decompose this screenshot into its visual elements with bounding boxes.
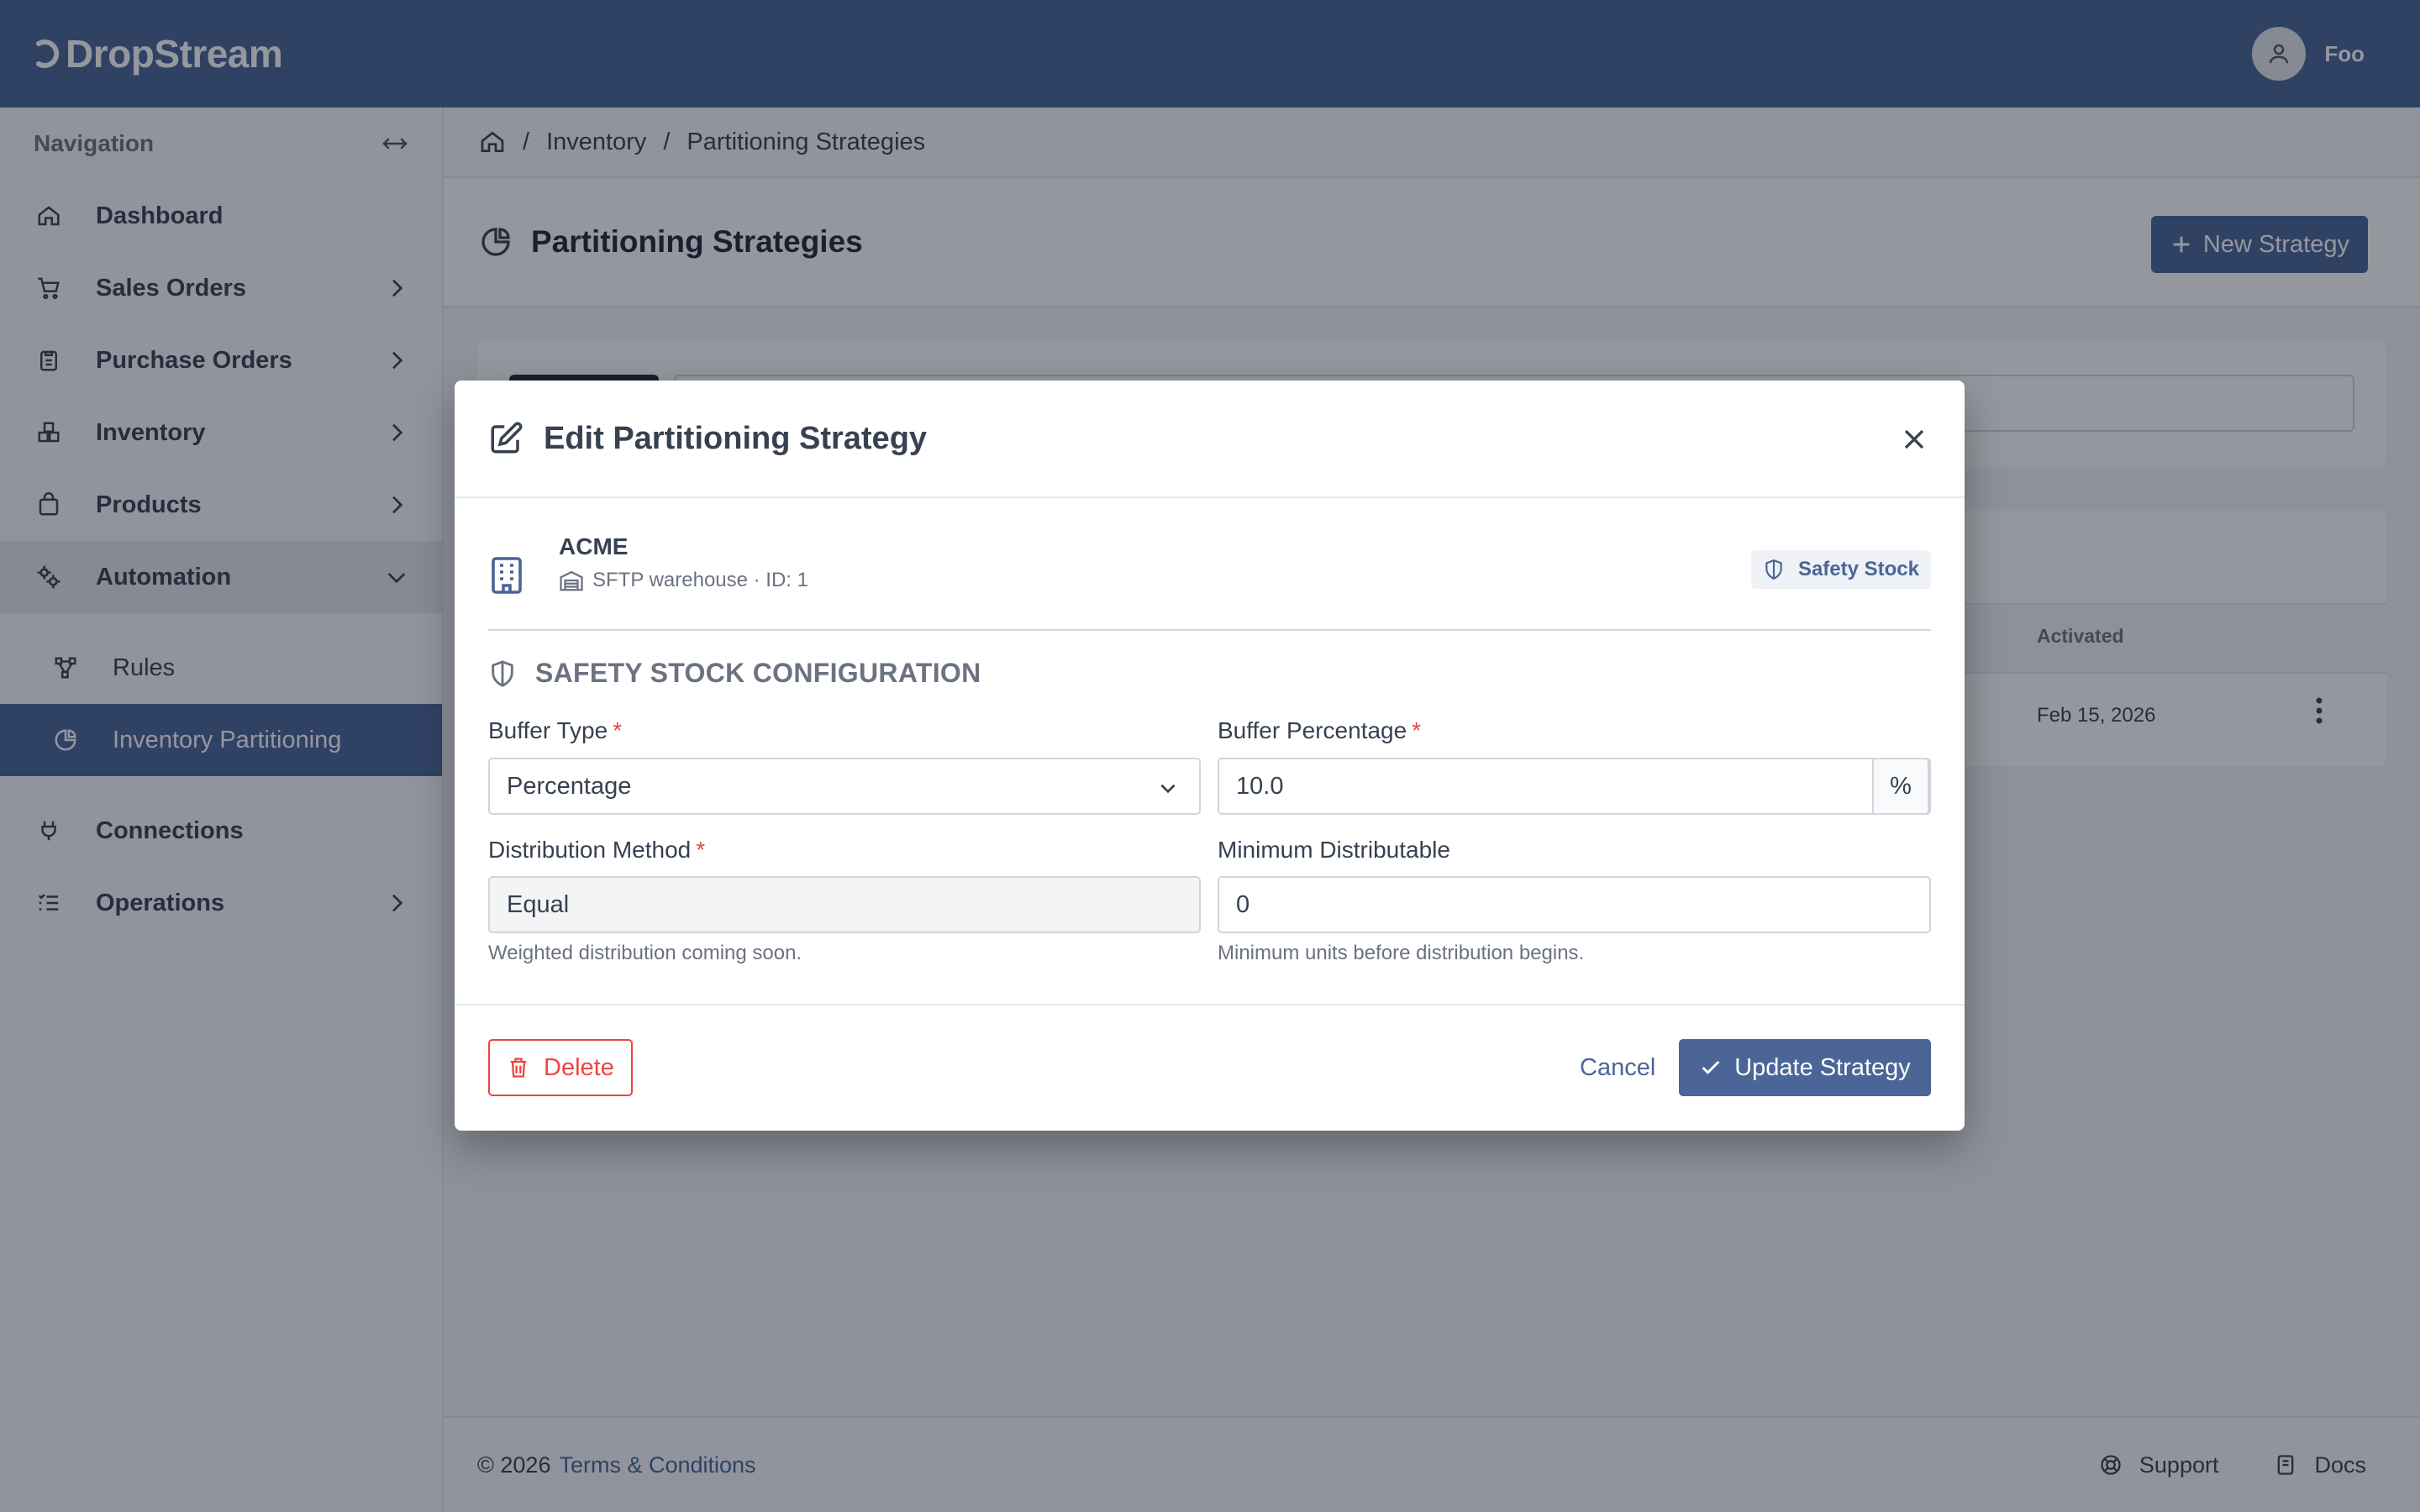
- distribution-method-input: Equal: [488, 876, 1201, 933]
- buffer-percentage-label: Buffer Percentage *: [1218, 717, 1421, 744]
- delete-label: Delete: [544, 1053, 614, 1081]
- building-icon: [492, 557, 522, 594]
- distribution-method-label: Distribution Method *: [488, 837, 705, 864]
- buffer-type-label-text: Buffer Type: [488, 717, 608, 743]
- cancel-button[interactable]: Cancel: [1580, 1054, 1655, 1082]
- entity-subtitle-text: SFTP warehouse · ID: 1: [592, 569, 808, 591]
- required-mark: *: [1412, 717, 1422, 743]
- shield-icon: [492, 659, 513, 687]
- edit-strategy-modal: Edit Partitioning Strategy ACME SFTP war…: [455, 381, 1965, 1131]
- minimum-distributable-input[interactable]: 0: [1218, 876, 1931, 933]
- distribution-method-label-text: Distribution Method: [488, 837, 692, 863]
- minimum-distributable-label: Minimum Distributable: [1218, 837, 1450, 864]
- warehouse-icon: [560, 570, 583, 591]
- entity-subtitle: SFTP warehouse · ID: 1: [559, 569, 808, 592]
- shield-icon: [1765, 559, 1782, 580]
- minimum-distributable-label-text: Minimum Distributable: [1218, 837, 1450, 863]
- delete-button[interactable]: Delete: [488, 1039, 633, 1096]
- distribution-method-value: Equal: [507, 890, 570, 918]
- section-heading: SAFETY STOCK CONFIGURATION: [488, 658, 981, 689]
- entity-summary: ACME SFTP warehouse · ID: 1 Safety Stock: [488, 533, 1931, 631]
- buffer-percentage-value: 10.0: [1236, 772, 1284, 800]
- entity-name: ACME: [559, 533, 629, 559]
- close-icon[interactable]: [1897, 423, 1931, 456]
- required-mark: *: [613, 717, 623, 743]
- chevron-down-icon: [1160, 784, 1176, 794]
- edit-icon: [491, 422, 523, 454]
- percent-suffix: %: [1872, 758, 1929, 815]
- update-strategy-button[interactable]: Update Strategy: [1679, 1039, 1931, 1096]
- buffer-percentage-label-text: Buffer Percentage: [1218, 717, 1407, 743]
- check-icon: [1702, 1060, 1720, 1074]
- buffer-type-select[interactable]: Percentage: [488, 758, 1201, 815]
- modal-title: Edit Partitioning Strategy: [544, 420, 928, 456]
- minimum-distributable-value: 0: [1236, 890, 1250, 918]
- modal-header: Edit Partitioning Strategy: [455, 381, 1965, 498]
- update-strategy-label: Update Strategy: [1734, 1053, 1911, 1081]
- strategy-type-badge: Safety Stock: [1750, 550, 1931, 589]
- modal-footer: Delete Cancel Update Strategy: [455, 1004, 1965, 1131]
- minimum-distributable-help: Minimum units before distribution begins…: [1218, 942, 1585, 964]
- badge-label: Safety Stock: [1797, 558, 1919, 580]
- buffer-type-value: Percentage: [507, 772, 632, 800]
- section-title: SAFETY STOCK CONFIGURATION: [535, 658, 981, 688]
- trash-icon: [510, 1058, 527, 1078]
- buffer-type-label: Buffer Type *: [488, 717, 622, 744]
- required-mark: *: [696, 837, 706, 863]
- distribution-method-help: Weighted distribution coming soon.: [488, 942, 802, 964]
- buffer-percentage-input[interactable]: 10.0 %: [1218, 758, 1931, 815]
